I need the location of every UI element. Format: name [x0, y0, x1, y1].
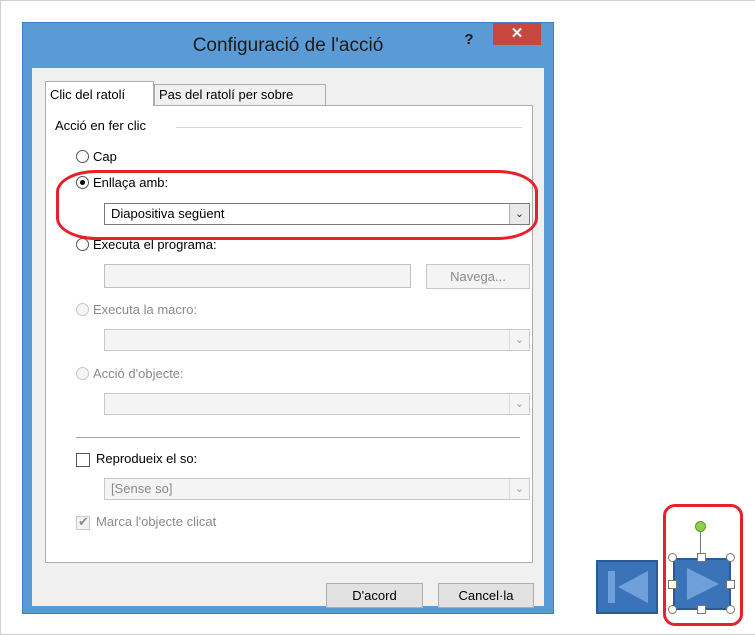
resize-handle-tr[interactable]	[726, 553, 735, 562]
next-nav-button[interactable]	[673, 558, 731, 610]
ok-button[interactable]: D'acord	[326, 583, 423, 608]
resize-handle-t[interactable]	[697, 553, 706, 562]
skip-back-icon	[608, 571, 648, 603]
group-label: Acció en fer clic	[55, 118, 147, 133]
resize-handle-tl[interactable]	[668, 553, 677, 562]
macro-select[interactable]: ⌄	[104, 329, 530, 351]
frame-top-border	[0, 0, 755, 1]
object-action-select[interactable]: ⌄	[104, 393, 530, 415]
title-bar[interactable]: Configuració de l'acció ? ✕	[23, 23, 553, 67]
resize-handle-r[interactable]	[726, 580, 735, 589]
chevron-down-icon[interactable]: ⌄	[509, 204, 529, 224]
radio-link-label: Enllaça amb:	[93, 175, 169, 190]
chevron-down-icon[interactable]: ⌄	[509, 330, 529, 350]
radio-none-label: Cap	[93, 149, 117, 164]
sound-value: [Sense so]	[111, 481, 173, 496]
resize-handle-br[interactable]	[726, 605, 735, 614]
radio-none-circle[interactable]	[76, 150, 89, 163]
checkmark-icon: ✔	[78, 514, 89, 529]
resize-handle-b[interactable]	[697, 605, 706, 614]
chevron-down-icon[interactable]: ⌄	[509, 394, 529, 414]
group-divider	[176, 127, 522, 128]
radio-run-program-circle[interactable]	[76, 238, 89, 251]
radio-run-macro-circle[interactable]	[76, 303, 89, 316]
back-nav-button[interactable]	[596, 560, 658, 614]
tab-mouse-over[interactable]: Pas del ratolí per sobre	[154, 84, 326, 106]
resize-handle-l[interactable]	[668, 580, 677, 589]
link-target-value: Diapositiva següent	[111, 206, 225, 221]
sound-select[interactable]: [Sense so] ⌄	[104, 478, 530, 500]
tab-mouse-click[interactable]: Clic del ratolí	[45, 81, 154, 106]
chevron-down-icon[interactable]: ⌄	[509, 479, 529, 499]
highlight-click-label: Marca l'objecte clicat	[96, 514, 217, 529]
play-sound-checkbox[interactable]	[76, 453, 90, 467]
frame-left-border	[0, 0, 1, 635]
radio-run-program-label: Executa el programa:	[93, 237, 217, 252]
radio-run-macro-label: Executa la macro:	[93, 302, 198, 317]
link-target-select[interactable]: Diapositiva següent ⌄	[104, 203, 530, 225]
play-sound-label: Reprodueix el so:	[96, 451, 198, 466]
close-button[interactable]: ✕	[493, 23, 541, 45]
dialog-body: Clic del ratolí Pas del ratolí per sobre…	[32, 68, 544, 608]
resize-handle-bl[interactable]	[668, 605, 677, 614]
radio-link-circle[interactable]	[76, 176, 89, 189]
section-divider	[76, 437, 520, 438]
highlight-click-checkbox[interactable]: ✔	[76, 514, 90, 530]
browse-button[interactable]: Navega...	[426, 264, 530, 289]
radio-object-action-circle[interactable]	[76, 367, 89, 380]
radio-object-action-label: Acció d'objecte:	[93, 366, 184, 381]
play-next-icon	[687, 568, 719, 600]
help-button[interactable]: ?	[457, 29, 481, 51]
tab-panel: Acció en fer clic Cap Enllaça amb: Diapo…	[45, 105, 533, 563]
rotate-handle[interactable]	[695, 521, 706, 532]
program-path-input[interactable]	[104, 264, 411, 288]
cancel-button[interactable]: Cancel·la	[438, 583, 534, 608]
action-settings-dialog: Configuració de l'acció ? ✕ Clic del rat…	[22, 22, 554, 614]
